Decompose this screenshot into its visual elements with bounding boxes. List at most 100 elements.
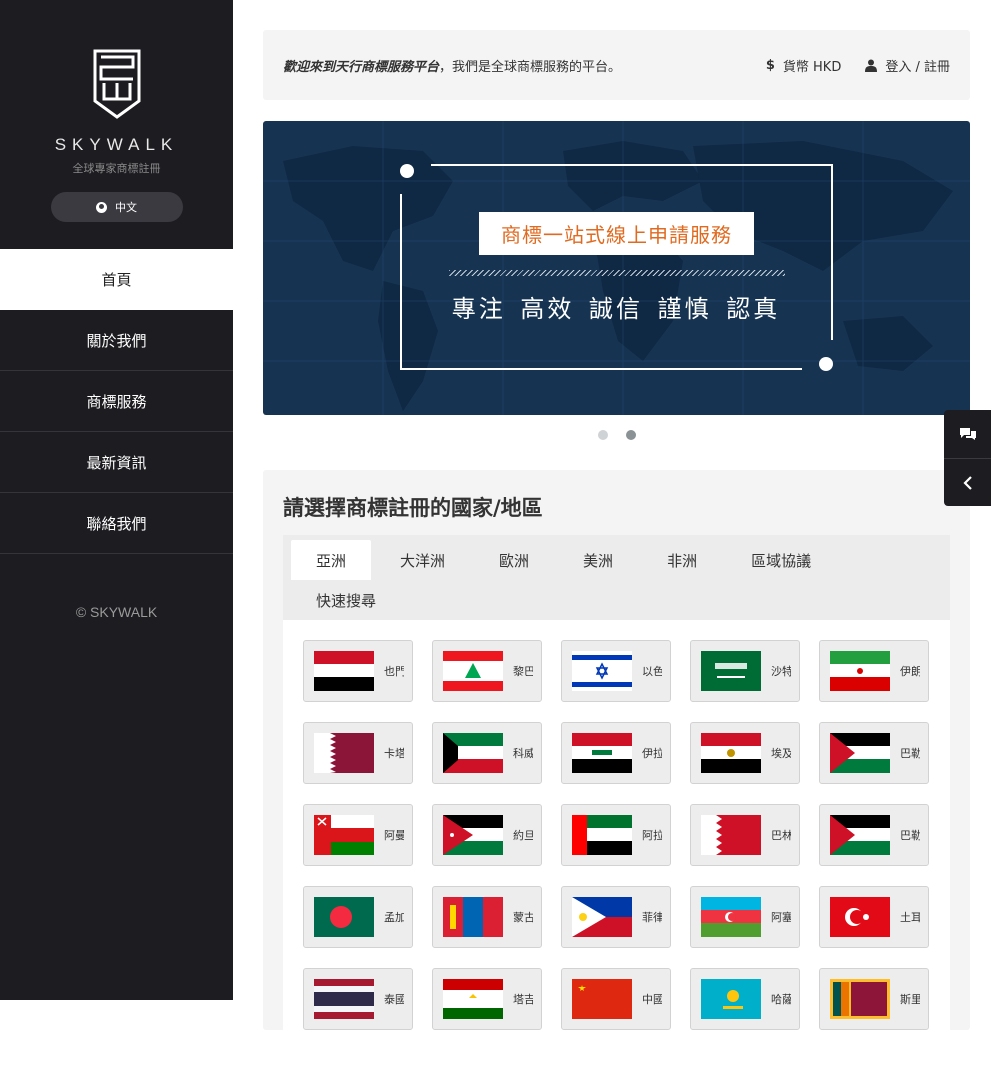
country-name: 哈薩克斯坦	[771, 993, 791, 1006]
turkey-flag	[830, 897, 890, 937]
carousel-dot-1[interactable]	[597, 430, 608, 440]
banner-title: 商標一站式線上申請服務	[479, 212, 754, 255]
brand-tagline: 全球專家商標註冊	[72, 162, 161, 175]
currency-button[interactable]: $ 貨幣 HKD	[766, 56, 842, 75]
tab-quick-search[interactable]: 快速搜尋	[291, 580, 401, 620]
country-name: 中國	[642, 993, 662, 1006]
china-flag	[572, 979, 632, 1019]
country-name: 斯里蘭卡	[900, 993, 920, 1006]
country-name: 沙特	[771, 665, 791, 678]
frame-dot-top-left	[400, 164, 414, 178]
kazakhstan-flag	[701, 979, 761, 1019]
sidebar: SKYWALK 全球專家商標註冊 中文 首頁 關於我們 商標服務 最新資訊 聯絡…	[0, 0, 233, 1000]
nav-item-contact[interactable]: 聯絡我們	[0, 493, 233, 554]
country-name: 黎巴嫩	[513, 665, 533, 678]
top-bar: 歡迎來到天行商標服務平台，我們是全球商標服務的平台。 $ 貨幣 HKD 登入 /…	[263, 30, 970, 100]
country-card[interactable]: 阿拉伯聯合酋長國	[561, 804, 671, 866]
azerbaijan-flag	[701, 897, 761, 937]
country-card[interactable]: 沙特	[690, 640, 800, 702]
country-name: 土耳其	[900, 911, 920, 924]
uae-flag	[572, 815, 632, 855]
country-name: 巴林	[771, 829, 791, 842]
language-switch-button[interactable]: 中文	[50, 192, 183, 222]
country-name: 也門	[384, 665, 404, 678]
tab-americas[interactable]: 美洲	[558, 540, 638, 580]
country-card[interactable]: 菲律賓	[561, 886, 671, 948]
nav-item-about[interactable]: 關於我們	[0, 310, 233, 371]
country-card[interactable]: 以色列	[561, 640, 671, 702]
country-list: 也門黎巴嫩以色列沙特伊朗卡塔爾科威特伊拉克埃及巴勒斯坦阿曼約旦阿拉伯聯合酋長國巴…	[283, 620, 950, 1080]
philippines-flag	[572, 897, 632, 937]
country-card[interactable]: 阿塞拜疆	[690, 886, 800, 948]
nav-item-home[interactable]: 首頁	[0, 249, 233, 310]
country-card[interactable]: 巴林	[690, 804, 800, 866]
welcome-bold: 歡迎來到天行商標服務平台	[283, 59, 440, 75]
country-card[interactable]: 哈薩克斯坦	[690, 968, 800, 1030]
login-label: 登入 / 註冊	[885, 59, 950, 75]
country-name: 蒙古	[513, 911, 533, 924]
oman-flag	[314, 815, 374, 855]
main-content: 歡迎來到天行商標服務平台，我們是全球商標服務的平台。 $ 貨幣 HKD 登入 /…	[263, 30, 970, 1080]
country-card[interactable]: 泰國	[303, 968, 413, 1030]
country-card[interactable]: 巴勒斯坦	[819, 804, 929, 866]
country-name: 埃及	[771, 747, 791, 760]
country-card[interactable]: 伊拉克	[561, 722, 671, 784]
country-name: 以色列	[642, 665, 662, 678]
country-card[interactable]: 卡塔爾	[303, 722, 413, 784]
country-name: 巴勒斯坦	[900, 829, 920, 842]
login-register-link[interactable]: 登入 / 註冊	[865, 56, 950, 75]
chat-button[interactable]	[944, 410, 991, 458]
qatar-flag	[314, 733, 374, 773]
country-name: 科威特	[513, 747, 533, 760]
country-card[interactable]: 也門	[303, 640, 413, 702]
yemen-flag	[314, 651, 374, 691]
kuwait-flag	[443, 733, 503, 773]
country-card[interactable]: 約旦	[432, 804, 542, 866]
frame-line-left	[400, 194, 402, 370]
frame-line-right	[831, 164, 833, 340]
tab-europe[interactable]: 歐洲	[474, 540, 554, 580]
country-card[interactable]: 伊朗	[819, 640, 929, 702]
country-card[interactable]: 塔吉克斯坦	[432, 968, 542, 1030]
saudi-arabia-flag	[701, 651, 761, 691]
country-name: 孟加拉	[384, 911, 404, 924]
carousel-indicators	[263, 415, 970, 455]
country-name: 菲律賓	[642, 911, 662, 924]
region-selector-panel: 請選擇商標註冊的國家/地區 亞洲 大洋洲 歐洲 美洲 非洲 區域協議 快速搜尋 …	[263, 470, 970, 1080]
country-name: 伊朗	[900, 665, 920, 678]
country-card[interactable]: 埃及	[690, 722, 800, 784]
tab-regional-agreements[interactable]: 區域協議	[726, 540, 836, 580]
hero-banner[interactable]: 商標一站式線上申請服務 專注 高效 誠信 謹慎 認真	[263, 121, 970, 415]
country-card[interactable]: 阿曼	[303, 804, 413, 866]
nav-item-services[interactable]: 商標服務	[0, 371, 233, 432]
country-card[interactable]: 中國	[561, 968, 671, 1030]
main-nav: 首頁 關於我們 商標服務 最新資訊 聯絡我們	[0, 249, 233, 554]
carousel-dot-2[interactable]	[625, 430, 636, 440]
country-name: 塔吉克斯坦	[513, 993, 533, 1006]
country-name: 巴勒斯坦	[900, 747, 920, 760]
country-card[interactable]: 孟加拉	[303, 886, 413, 948]
tab-oceania[interactable]: 大洋洲	[375, 540, 470, 580]
globe-icon	[96, 201, 107, 213]
country-card[interactable]: 蒙古	[432, 886, 542, 948]
country-grid: 也門黎巴嫩以色列沙特伊朗卡塔爾科威特伊拉克埃及巴勒斯坦阿曼約旦阿拉伯聯合酋長國巴…	[303, 640, 930, 1030]
nav-label: 關於我們	[86, 331, 147, 350]
iran-flag	[830, 651, 890, 691]
tab-asia[interactable]: 亞洲	[291, 540, 372, 580]
collapse-button[interactable]	[944, 458, 991, 506]
tab-africa[interactable]: 非洲	[642, 540, 722, 580]
skywalk-logo[interactable]	[92, 49, 142, 119]
country-card[interactable]: 斯里蘭卡	[819, 968, 929, 1030]
copyright: © SKYWALK	[75, 604, 158, 620]
nav-label: 最新資訊	[86, 453, 147, 472]
region-tabs: 亞洲 大洋洲 歐洲 美洲 非洲 區域協議 快速搜尋	[283, 535, 950, 620]
country-name: 阿塞拜疆	[771, 911, 791, 924]
country-name: 約旦	[513, 829, 533, 842]
country-card[interactable]: 科威特	[432, 722, 542, 784]
nav-item-news[interactable]: 最新資訊	[0, 432, 233, 493]
country-card[interactable]: 黎巴嫩	[432, 640, 542, 702]
bahrain-flag	[701, 815, 761, 855]
country-card[interactable]: 土耳其	[819, 886, 929, 948]
banner-subtitle: 專注 高效 誠信 謹慎 認真	[451, 295, 781, 323]
country-card[interactable]: 巴勒斯坦	[819, 722, 929, 784]
